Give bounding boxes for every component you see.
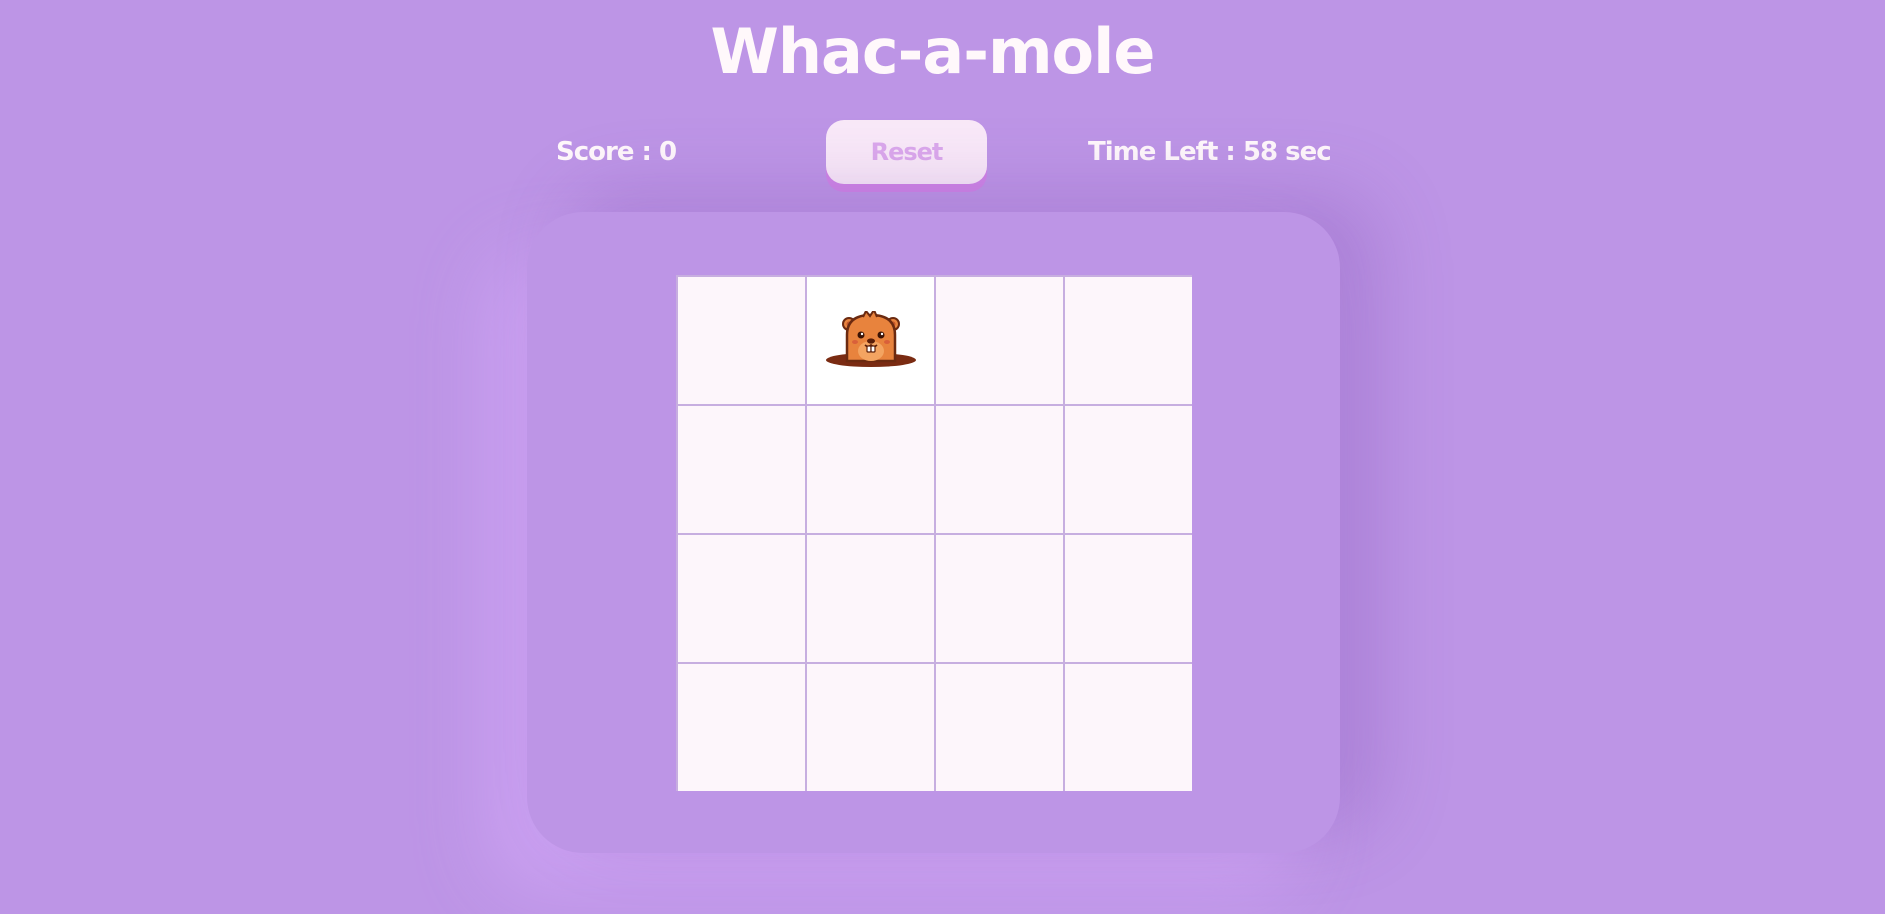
grid-cell[interactable] [807, 277, 934, 404]
grid-cell[interactable] [1065, 535, 1192, 662]
grid-cell[interactable] [807, 406, 934, 533]
grid-cell[interactable] [678, 535, 805, 662]
score-display: Score : 0 [556, 137, 677, 167]
grid-cell[interactable] [1065, 406, 1192, 533]
grid-cell[interactable] [936, 535, 1063, 662]
grid-cell[interactable] [678, 664, 805, 791]
game-page: Whac-a-mole Score : 0 Reset Time Left : … [0, 0, 1885, 914]
grid-cell[interactable] [936, 277, 1063, 404]
mole-grid [676, 275, 1192, 791]
time-left-display: Time Left : 58 sec [1088, 137, 1332, 167]
grid-cell[interactable] [936, 406, 1063, 533]
reset-button[interactable]: Reset [826, 120, 987, 184]
grid-cell[interactable] [678, 277, 805, 404]
grid-cell[interactable] [1065, 664, 1192, 791]
grid-cell[interactable] [1065, 277, 1192, 404]
grid-cell[interactable] [678, 406, 805, 533]
grid-cell[interactable] [807, 664, 934, 791]
grid-cell[interactable] [807, 535, 934, 662]
grid-cell[interactable] [936, 664, 1063, 791]
mole-icon[interactable] [825, 311, 917, 371]
game-title: Whac-a-mole [710, 15, 1156, 88]
